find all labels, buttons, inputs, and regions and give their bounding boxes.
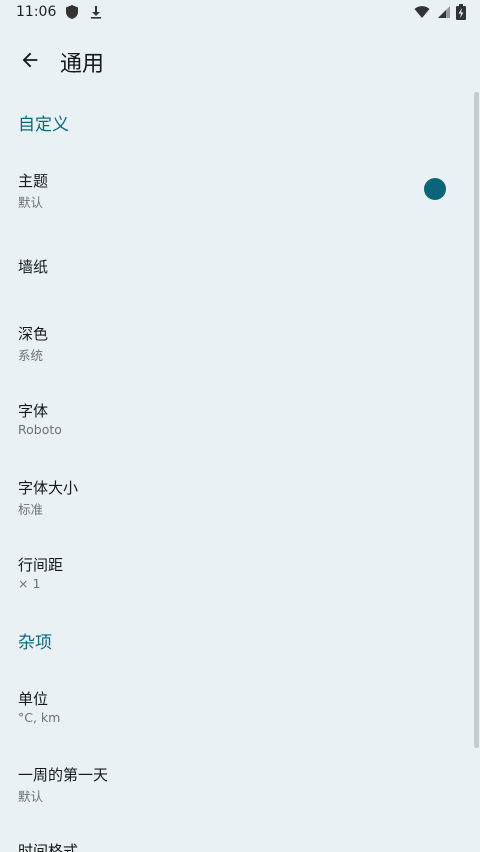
setting-line-spacing[interactable]: 行间距 × 1 <box>0 544 470 604</box>
setting-subtitle: × 1 <box>18 576 41 591</box>
page-title: 通用 <box>60 52 105 77</box>
setting-title: 字体大小 <box>18 479 79 497</box>
shield-icon <box>66 5 78 19</box>
setting-font-size[interactable]: 字体大小 标准 <box>0 467 470 527</box>
status-bar: 11:06 <box>0 0 480 26</box>
setting-title: 墙纸 <box>18 258 49 276</box>
wifi-icon <box>414 6 430 19</box>
setting-title: 主题 <box>18 172 49 190</box>
setting-dark-mode[interactable]: 深色 系统 <box>0 314 470 374</box>
setting-font[interactable]: 字体 Roboto <box>0 390 470 450</box>
setting-title: 一周的第一天 <box>18 766 109 784</box>
setting-first-day-of-week[interactable]: 一周的第一天 默认 <box>0 754 470 814</box>
theme-color-swatch <box>424 178 446 200</box>
scrollbar[interactable] <box>474 92 480 748</box>
setting-title: 深色 <box>18 325 49 343</box>
download-icon <box>91 6 101 19</box>
setting-subtitle: 系统 <box>18 348 44 363</box>
setting-title: 行间距 <box>18 556 64 574</box>
setting-subtitle: °C, km <box>18 710 61 725</box>
scrollbar-thumb[interactable] <box>474 92 479 748</box>
back-button[interactable] <box>12 44 48 76</box>
setting-subtitle: Roboto <box>18 422 62 437</box>
setting-units[interactable]: 单位 °C, km <box>0 678 470 738</box>
setting-title: 字体 <box>18 402 49 420</box>
setting-title: 时间格式 <box>18 842 79 852</box>
arrow-left-icon <box>22 52 38 68</box>
setting-subtitle: 默认 <box>18 195 44 210</box>
section-header-misc: 杂项 <box>18 633 52 653</box>
status-time: 11:06 <box>16 4 57 20</box>
setting-theme[interactable]: 主题 默认 <box>0 160 470 220</box>
battery-charging-icon <box>456 4 466 20</box>
setting-title: 单位 <box>18 690 49 708</box>
section-header-customize: 自定义 <box>18 115 69 135</box>
top-app-bar: 通用 <box>0 36 480 84</box>
settings-screen: 11:06 通用 自定义 主题 默认 墙纸 深色 系统 字体 Roboto 字体… <box>0 0 480 852</box>
setting-subtitle: 默认 <box>18 789 44 804</box>
setting-wallpaper[interactable]: 墙纸 <box>0 246 470 290</box>
signal-icon <box>438 6 450 18</box>
setting-time-format[interactable]: 时间格式 <box>0 830 470 852</box>
setting-subtitle: 标准 <box>18 502 44 517</box>
